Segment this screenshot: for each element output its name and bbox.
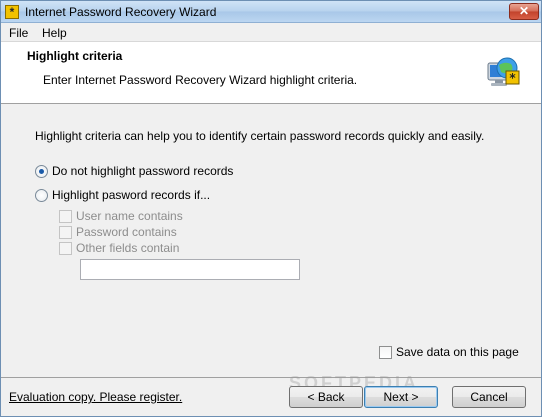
register-link[interactable]: Evaluation copy. Please register.: [9, 390, 182, 404]
checkbox-label: Password contains: [76, 225, 177, 239]
wizard-header: Highlight criteria Enter Internet Passwo…: [1, 42, 541, 104]
close-button[interactable]: ✕: [509, 3, 539, 20]
checkbox[interactable]: [59, 241, 72, 255]
check-other-fields-contain[interactable]: Other fields contain: [59, 241, 179, 255]
page-subtitle: Enter Internet Password Recovery Wizard …: [43, 73, 358, 87]
radio-button-selected[interactable]: [35, 164, 48, 178]
checkbox-label: Other fields contain: [76, 241, 180, 255]
page-title: Highlight criteria: [27, 49, 123, 63]
radio-label: Highlight pasword records if...: [52, 188, 211, 202]
wizard-window: * Internet Password Recovery Wizard ✕ Fi…: [0, 0, 542, 417]
radio-label: Do not highlight password records: [52, 164, 234, 178]
checkbox[interactable]: [379, 345, 392, 359]
radio-no-highlight[interactable]: Do not highlight password records: [35, 164, 233, 178]
check-username-contains[interactable]: User name contains: [59, 209, 183, 223]
svg-text:*: *: [509, 71, 516, 85]
menu-help[interactable]: Help: [42, 26, 67, 40]
radio-button[interactable]: [35, 188, 48, 202]
password-key-icon: *: [5, 5, 19, 19]
check-save-data[interactable]: Save data on this page: [379, 345, 519, 359]
footer-divider: [1, 377, 541, 378]
globe-monitor-icon: *: [487, 57, 520, 86]
menu-bar: File Help: [1, 23, 541, 42]
checkbox-label: Save data on this page: [396, 345, 519, 359]
checkbox-label: User name contains: [76, 209, 183, 223]
check-password-contains[interactable]: Password contains: [59, 225, 177, 239]
criteria-input[interactable]: [80, 259, 300, 280]
intro-text: Highlight criteria can help you to ident…: [35, 129, 485, 143]
window-title: Internet Password Recovery Wizard: [25, 5, 217, 19]
cancel-button[interactable]: Cancel: [452, 386, 526, 408]
next-button[interactable]: Next >: [364, 386, 438, 408]
title-bar[interactable]: * Internet Password Recovery Wizard ✕: [1, 1, 541, 23]
radio-highlight-if[interactable]: Highlight pasword records if...: [35, 188, 210, 202]
menu-file[interactable]: File: [9, 26, 28, 40]
checkbox[interactable]: [59, 225, 72, 239]
back-button[interactable]: < Back: [289, 386, 363, 408]
checkbox[interactable]: [59, 209, 72, 223]
